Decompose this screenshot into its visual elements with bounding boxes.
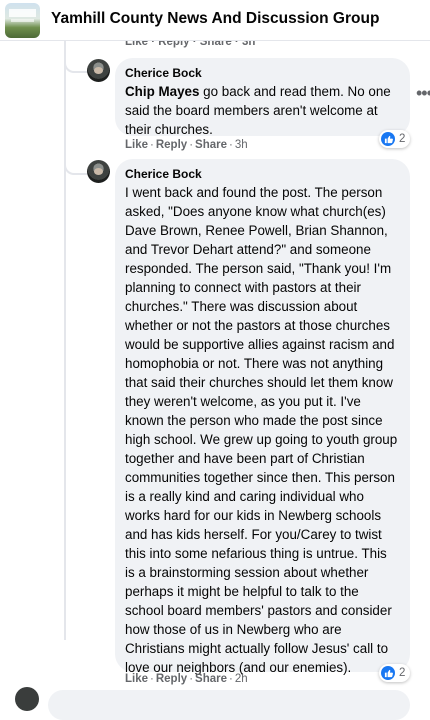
more-options-icon[interactable]: •••: [416, 84, 430, 102]
comment-actions: Like · Reply · Share · 3h: [125, 139, 248, 151]
comment-bubble: Cherice Bock I went back and found the p…: [115, 159, 410, 675]
thumbs-up-icon: [381, 132, 395, 146]
avatar[interactable]: [87, 160, 110, 183]
mention-link[interactable]: Chip Mayes: [125, 84, 199, 99]
reply-button[interactable]: Reply: [156, 139, 187, 151]
reaction-count: 2: [399, 133, 406, 145]
reaction-badge[interactable]: 2: [379, 130, 411, 148]
comment-author[interactable]: Cherice Bock: [125, 65, 400, 81]
comment-actions: Like · Reply · Share · 2h: [125, 673, 248, 685]
share-button[interactable]: Share: [195, 139, 227, 151]
group-header: Yamhill County News And Discussion Group: [0, 0, 430, 41]
avatar[interactable]: [15, 687, 39, 711]
comment-text: I went back and found the post. The pers…: [125, 185, 398, 675]
thread-line: [64, 40, 66, 640]
group-avatar[interactable]: [5, 3, 40, 38]
like-button[interactable]: Like: [125, 139, 148, 151]
thumbs-up-icon: [381, 666, 395, 680]
comment-timestamp[interactable]: 2h: [235, 673, 248, 685]
reaction-count: 2: [399, 667, 406, 679]
comment-bubble: Cherice Bock Chip Mayes go back and read…: [115, 58, 410, 137]
like-button[interactable]: Like: [125, 673, 148, 685]
comment-text: Chip Mayes go back and read them. No one…: [125, 84, 391, 137]
comment-timestamp[interactable]: 3h: [235, 139, 248, 151]
thread-branch: [64, 58, 88, 73]
comment-author[interactable]: Cherice Bock: [125, 166, 400, 182]
reply-button[interactable]: Reply: [156, 673, 187, 685]
group-title[interactable]: Yamhill County News And Discussion Group: [51, 10, 379, 28]
reaction-badge[interactable]: 2: [379, 664, 411, 682]
comment-bubble: [48, 690, 410, 720]
avatar[interactable]: [87, 59, 110, 82]
share-button[interactable]: Share: [195, 673, 227, 685]
thread-branch: [64, 160, 88, 175]
